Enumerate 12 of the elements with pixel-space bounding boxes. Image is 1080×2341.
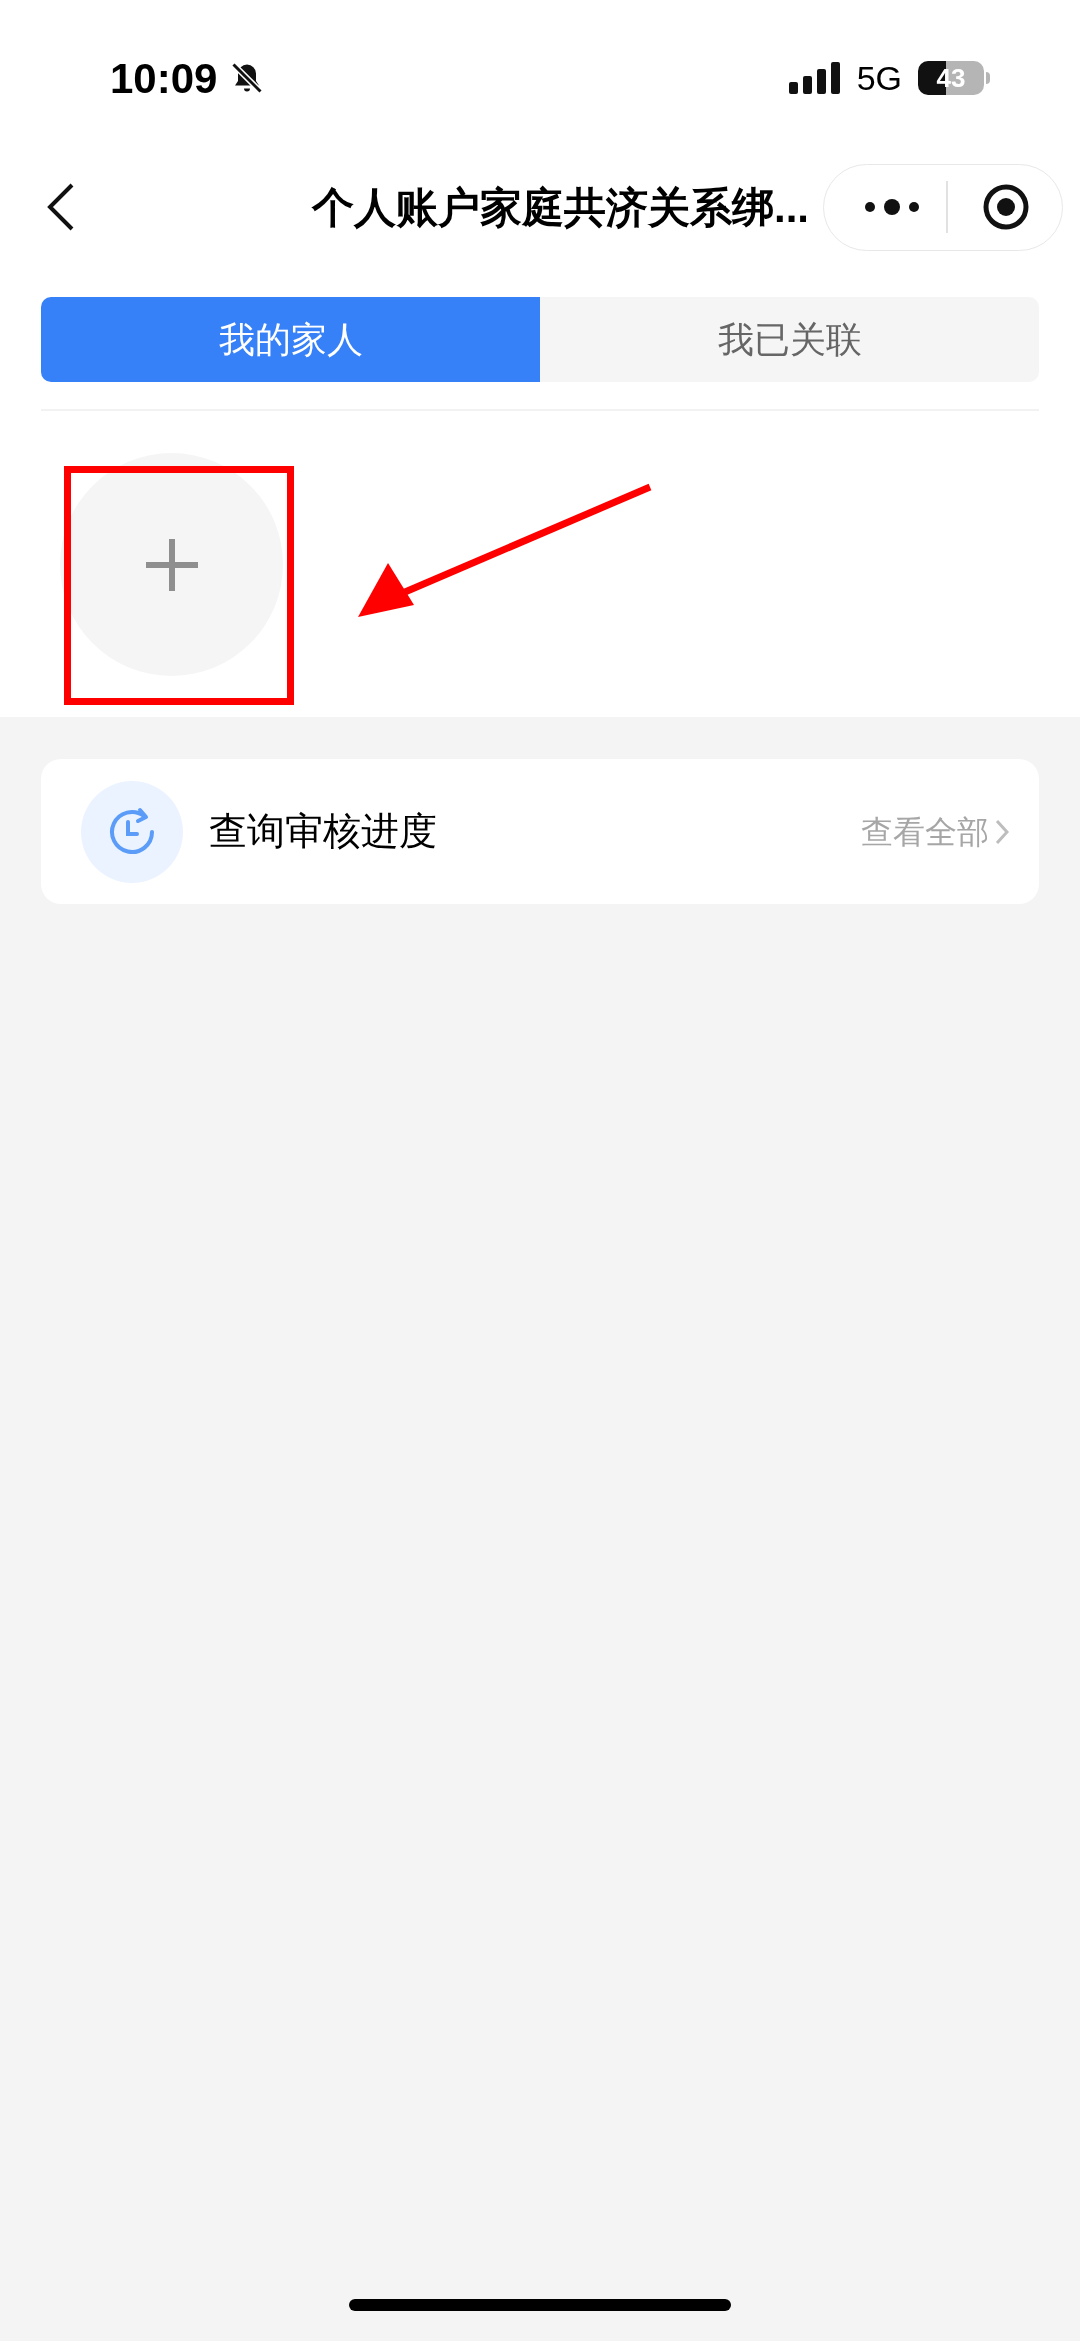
status-time: 10:09: [110, 53, 218, 104]
tab[interactable]: 我的家人: [41, 297, 540, 382]
more-icon[interactable]: [864, 197, 920, 217]
chevron-right-icon: [995, 818, 1009, 845]
network-label: 5G: [856, 57, 902, 99]
plus-icon: [143, 536, 200, 593]
progress-card[interactable]: 查询审核进度 查看全部: [41, 759, 1039, 904]
tab[interactable]: 我已关联: [540, 297, 1039, 382]
page-title: 个人账户家庭共济关系绑...: [312, 182, 809, 233]
signal-icon: [788, 62, 841, 94]
card-title: 查询审核进度: [209, 809, 438, 854]
close-icon[interactable]: [982, 183, 1030, 231]
